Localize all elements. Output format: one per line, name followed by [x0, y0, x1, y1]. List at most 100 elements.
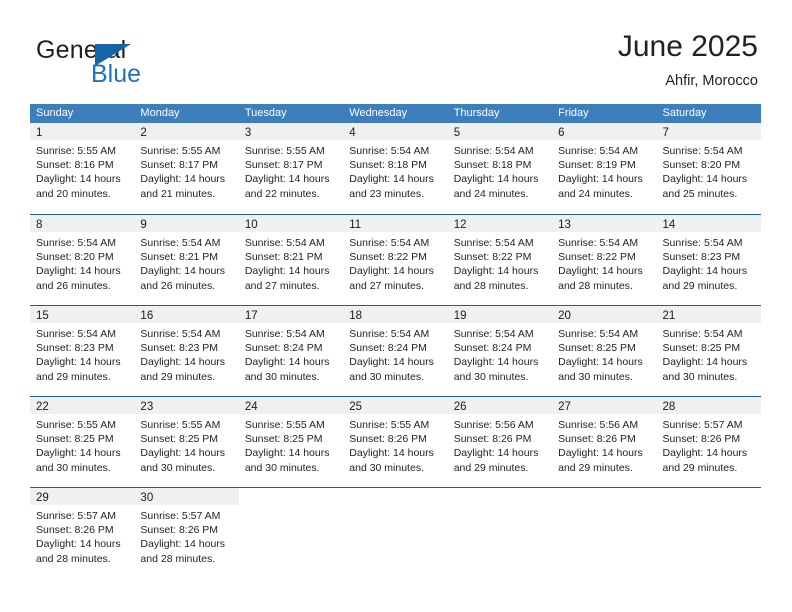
- day-cell[interactable]: 14 Sunrise: 5:54 AM Sunset: 8:23 PM Dayligh…: [656, 215, 761, 305]
- sunset-text: Sunset: 8:26 PM: [36, 524, 114, 537]
- day-cell[interactable]: 23 Sunrise: 5:55 AM Sunset: 8:25 PM Dayligh…: [134, 397, 239, 487]
- day-cell[interactable]: 19 Sunrise: 5:54 AM Sunset: 8:24 PM Dayligh…: [447, 306, 553, 396]
- sunrise-text: Sunrise: 5:54 AM: [662, 145, 743, 157]
- sunrise-text: Sunrise: 5:55 AM: [244, 145, 325, 157]
- day-cell[interactable]: 15 Sunrise: 5:54 AM Sunset: 8:23 PM Dayligh…: [30, 306, 135, 396]
- day-details: Sunrise: 5:57 AM Sunset: 8:26 PM Daylight:…: [657, 414, 761, 475]
- sunset-text: Sunset: 8:17 PM: [244, 159, 323, 172]
- day-cell[interactable]: 9 Sunrise: 5:54 AM Sunset: 8:21 PM Daylight…: [134, 215, 239, 305]
- calendar-page: General Blue June 2025 Ahfir, Morocco Su…: [0, 0, 792, 612]
- sunrise-text: Sunrise: 5:54 AM: [36, 328, 116, 340]
- brand-name-blue: Blue: [91, 60, 142, 88]
- day-cell[interactable]: 3 Sunrise: 5:55 AM Sunset: 8:17 PM Daylight…: [238, 123, 344, 214]
- day-cell[interactable]: 7 Sunrise: 5:54 AM Sunset: 8:20 PM Daylight…: [656, 123, 761, 214]
- sunrise-text: Sunrise: 5:54 AM: [349, 237, 430, 249]
- day-number-band: 18: [343, 306, 448, 323]
- day-number-band: 4: [343, 123, 448, 140]
- day-details: Sunrise: 5:54 AM Sunset: 8:24 PM Daylight:…: [239, 323, 343, 384]
- sunset-text: Sunset: 8:21 PM: [140, 251, 219, 264]
- sunrise-text: Sunrise: 5:54 AM: [453, 145, 534, 157]
- sunset-text: Sunset: 8:23 PM: [36, 342, 114, 355]
- day-cell[interactable]: 22 Sunrise: 5:55 AM Sunset: 8:25 PM Dayligh…: [30, 397, 135, 487]
- sunrise-text: Sunrise: 5:57 AM: [36, 510, 116, 522]
- day-cell[interactable]: 16 Sunrise: 5:54 AM Sunset: 8:23 PM Dayligh…: [134, 306, 239, 396]
- day-details: Sunrise: 5:54 AM Sunset: 8:20 PM Daylight:…: [657, 140, 761, 201]
- day-cell[interactable]: 13 Sunrise: 5:54 AM Sunset: 8:22 PM Dayligh…: [552, 215, 657, 305]
- day-cell[interactable]: 25 Sunrise: 5:55 AM Sunset: 8:26 PM Dayligh…: [343, 397, 448, 487]
- day-details: Sunrise: 5:55 AM Sunset: 8:17 PM Daylight:…: [134, 140, 238, 201]
- weekday-header-wednesday: Wednesday: [349, 107, 408, 119]
- day-details: Sunrise: 5:54 AM Sunset: 8:23 PM Daylight:…: [134, 323, 238, 384]
- day-number-band: 23: [134, 397, 239, 414]
- day-details: Sunrise: 5:54 AM Sunset: 8:23 PM Daylight:…: [657, 232, 761, 293]
- sunrise-text: Sunrise: 5:54 AM: [662, 328, 743, 340]
- day-number: 30: [140, 492, 154, 504]
- day-cell[interactable]: 28 Sunrise: 5:57 AM Sunset: 8:26 PM Dayligh…: [656, 397, 761, 487]
- day-details: Sunrise: 5:57 AM Sunset: 8:26 PM Daylight:…: [30, 505, 134, 566]
- day-cell-empty: [552, 488, 656, 578]
- day-number-band: 19: [447, 306, 553, 323]
- sunrise-text: Sunrise: 5:55 AM: [244, 419, 325, 431]
- day-number: 4: [349, 127, 356, 139]
- day-cell[interactable]: 2 Sunrise: 5:55 AM Sunset: 8:17 PM Daylight…: [134, 123, 239, 214]
- sunrise-text: Sunrise: 5:57 AM: [140, 510, 221, 522]
- sunset-text: Sunset: 8:18 PM: [453, 159, 532, 172]
- day-number-band: 6: [552, 123, 657, 140]
- day-details: Sunrise: 5:54 AM Sunset: 8:23 PM Daylight:…: [30, 323, 134, 384]
- day-number: 7: [662, 127, 669, 139]
- sunrise-text: Sunrise: 5:54 AM: [349, 328, 430, 340]
- day-details: Sunrise: 5:55 AM Sunset: 8:25 PM Daylight:…: [134, 414, 238, 475]
- day-cell[interactable]: 11 Sunrise: 5:54 AM Sunset: 8:22 PM Dayligh…: [343, 215, 448, 305]
- day-cell[interactable]: 17 Sunrise: 5:54 AM Sunset: 8:24 PM Dayligh…: [238, 306, 344, 396]
- day-cell[interactable]: 20 Sunrise: 5:54 AM Sunset: 8:25 PM Dayligh…: [552, 306, 657, 396]
- day-cell[interactable]: 10 Sunrise: 5:54 AM Sunset: 8:21 PM Dayligh…: [238, 215, 344, 305]
- daylight-text-line2: and 30 minutes.: [36, 461, 111, 474]
- sunset-text: Sunset: 8:26 PM: [349, 433, 427, 446]
- day-cell[interactable]: 27 Sunrise: 5:56 AM Sunset: 8:26 PM Dayligh…: [552, 397, 657, 487]
- daylight-text-line2: and 30 minutes.: [558, 370, 633, 383]
- daylight-text-line1: Daylight: 14 hours: [36, 447, 121, 460]
- daylight-text-line1: Daylight: 14 hours: [36, 538, 121, 551]
- day-number: 26: [453, 401, 467, 413]
- week-row: 15 Sunrise: 5:54 AM Sunset: 8:23 PM Dayligh…: [30, 305, 761, 396]
- day-number-band: 10: [238, 215, 344, 232]
- day-cell[interactable]: 30 Sunrise: 5:57 AM Sunset: 8:26 PM Dayligh…: [134, 488, 239, 578]
- daylight-text-line2: and 30 minutes.: [244, 461, 320, 474]
- daylight-text-line2: and 23 minutes.: [349, 187, 424, 200]
- day-cell-empty: [343, 488, 447, 578]
- day-details: Sunrise: 5:54 AM Sunset: 8:18 PM Daylight:…: [448, 140, 552, 201]
- day-cell[interactable]: 8 Sunrise: 5:54 AM Sunset: 8:20 PM Daylight…: [30, 215, 135, 305]
- day-details: Sunrise: 5:55 AM Sunset: 8:26 PM Daylight:…: [343, 414, 447, 475]
- daylight-text-line1: Daylight: 14 hours: [662, 356, 748, 369]
- day-cell[interactable]: 21 Sunrise: 5:54 AM Sunset: 8:25 PM Dayligh…: [656, 306, 761, 396]
- brand-logo[interactable]: General Blue: [36, 36, 266, 92]
- day-cell[interactable]: 29 Sunrise: 5:57 AM Sunset: 8:26 PM Dayligh…: [30, 488, 135, 578]
- day-cell[interactable]: 6 Sunrise: 5:54 AM Sunset: 8:19 PM Daylight…: [552, 123, 657, 214]
- day-details: Sunrise: 5:54 AM Sunset: 8:25 PM Daylight:…: [657, 323, 761, 384]
- day-number-band: 3: [238, 123, 344, 140]
- sunrise-text: Sunrise: 5:54 AM: [558, 237, 639, 249]
- weekday-header-tuesday: Tuesday: [244, 107, 287, 119]
- day-number-band: 14: [656, 215, 761, 232]
- sunset-text: Sunset: 8:24 PM: [244, 342, 323, 355]
- day-cell[interactable]: 5 Sunrise: 5:54 AM Sunset: 8:18 PM Daylight…: [447, 123, 553, 214]
- day-details: Sunrise: 5:54 AM Sunset: 8:25 PM Daylight:…: [552, 323, 656, 384]
- day-details: Sunrise: 5:54 AM Sunset: 8:21 PM Daylight:…: [134, 232, 238, 293]
- day-cell[interactable]: 26 Sunrise: 5:56 AM Sunset: 8:26 PM Dayligh…: [447, 397, 553, 487]
- day-number-band: 25: [343, 397, 448, 414]
- daylight-text-line2: and 22 minutes.: [244, 187, 320, 200]
- day-number: 3: [244, 127, 252, 139]
- day-cell[interactable]: 12 Sunrise: 5:54 AM Sunset: 8:22 PM Dayligh…: [447, 215, 553, 305]
- day-number: 2: [140, 127, 147, 139]
- day-number: 17: [244, 310, 258, 322]
- week-row: 29 Sunrise: 5:57 AM Sunset: 8:26 PM Dayligh…: [30, 487, 761, 578]
- day-cell[interactable]: 4 Sunrise: 5:54 AM Sunset: 8:18 PM Daylight…: [343, 123, 448, 214]
- weekday-header-row: Sunday Monday Tuesday Wednesday Thursday…: [30, 104, 761, 123]
- day-number-band: 7: [656, 123, 761, 140]
- sunset-text: Sunset: 8:26 PM: [662, 433, 741, 446]
- sunset-text: Sunset: 8:26 PM: [558, 433, 636, 446]
- day-cell[interactable]: 18 Sunrise: 5:54 AM Sunset: 8:24 PM Dayligh…: [343, 306, 448, 396]
- daylight-text-line2: and 25 minutes.: [662, 187, 738, 200]
- day-cell[interactable]: 24 Sunrise: 5:55 AM Sunset: 8:25 PM Dayligh…: [238, 397, 344, 487]
- day-cell[interactable]: 1 Sunrise: 5:55 AM Sunset: 8:16 PM Daylight…: [30, 123, 135, 214]
